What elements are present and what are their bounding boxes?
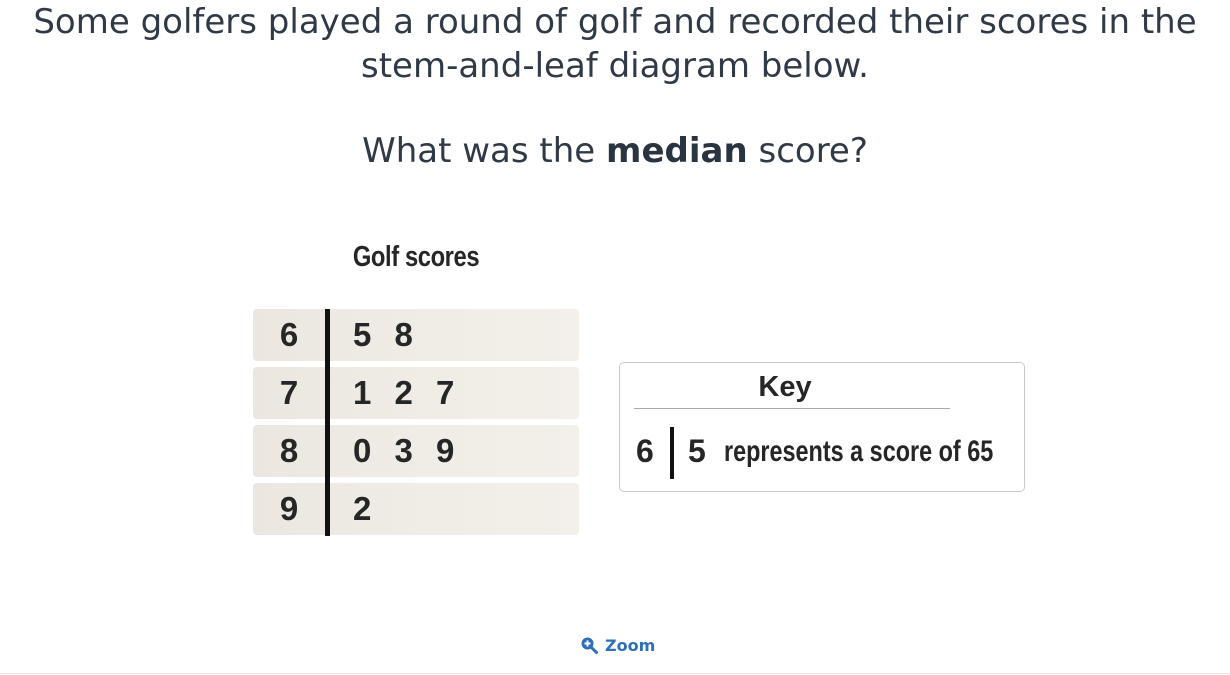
diagram-key: Key 6 5 represents a score of 65 [619,362,1025,492]
stem-and-leaf-diagram: 6 5 8 7 1 2 7 8 0 3 9 9 2 [253,309,579,536]
prompt-after: score? [747,131,868,171]
key-title: Key [758,371,812,403]
key-bar [670,427,674,479]
stem-leaf-row: 7 1 2 7 [253,367,579,419]
zoom-label: Zoom [605,635,656,655]
question-line-1: Some golfers played a round of golf and … [33,2,1197,42]
magnify-plus-icon [581,637,598,654]
key-divider [634,408,950,409]
stem-value: 6 [279,316,299,353]
leaf-values: 0 3 9 [353,432,459,469]
stem-value: 7 [279,374,299,411]
leaf-values: 2 [353,490,376,527]
diagram-title: Golf scores [352,241,480,273]
question-line-2: stem-and-leaf diagram below. [361,46,869,86]
key-leaf: 5 [688,433,706,469]
stem-leaf-row: 9 2 [253,483,579,535]
stem-value: 9 [279,490,299,527]
question-prompt: What was the median score? [0,128,1230,174]
stem-leaf-row: 8 0 3 9 [253,425,579,477]
bottom-divider [0,673,1230,674]
prompt-emphasis: median [606,131,748,171]
key-description: represents a score of 65 [724,435,994,468]
prompt-before: What was the [362,131,607,171]
stem-value: 8 [279,432,299,469]
leaf-values: 5 8 [353,316,417,353]
leaf-values: 1 2 7 [353,374,459,411]
stem-leaf-row: 6 5 8 [253,309,579,361]
stem-leaf-divider [325,309,330,536]
question-page: Some golfers played a round of golf and … [0,0,1230,675]
key-stem: 6 [636,433,654,469]
zoom-button[interactable]: Zoom [580,634,655,656]
